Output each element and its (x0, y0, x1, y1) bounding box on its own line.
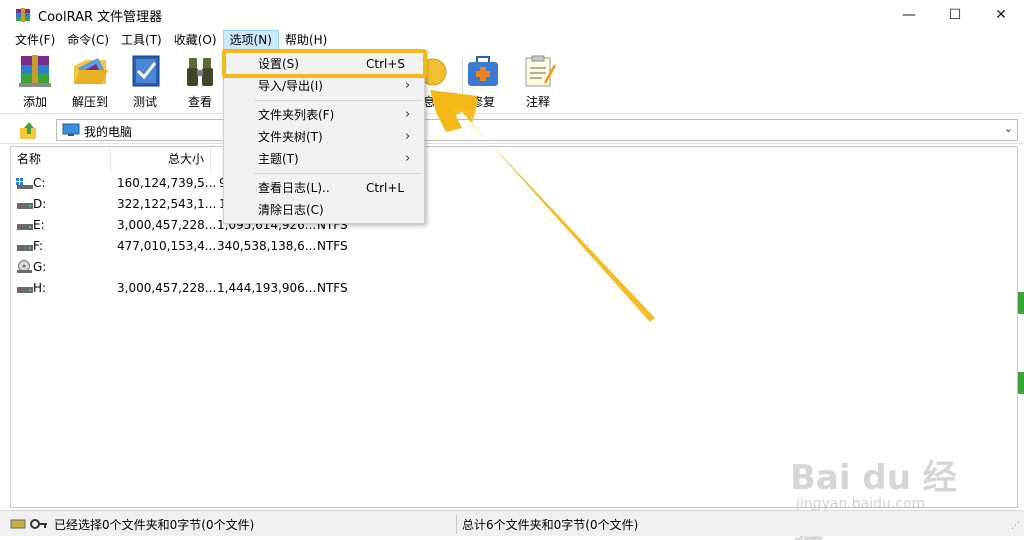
menu-favorites[interactable]: 收藏(O) (168, 30, 223, 50)
menu-item-import-export[interactable]: 导入/导出(I) › (224, 75, 424, 97)
drive-status-icon (10, 519, 26, 529)
menu-bar: 文件(F) 命令(C) 工具(T) 收藏(O) 选项(N) 帮助(H) (0, 30, 1024, 50)
menu-item-theme[interactable]: 主题(T) › (224, 148, 424, 170)
test-label: 测试 (132, 95, 157, 109)
chevron-right-icon: › (405, 151, 411, 166)
chevron-right-icon: › (405, 129, 411, 144)
drive-free: 340,538,138,6... (217, 239, 317, 253)
menu-item-label: 文件夹列表(F) (258, 108, 335, 122)
minimize-button[interactable]: — (886, 0, 932, 30)
repair-label: 修复 (470, 95, 495, 109)
first-aid-kit-icon (468, 56, 498, 86)
drive-size: 160,124,739,5... (117, 176, 217, 190)
drive-name: D: (33, 197, 47, 211)
binoculars-icon (187, 58, 213, 86)
menu-separator (254, 100, 422, 101)
drive-size: 3,000,457,228... (117, 218, 217, 232)
drive-free: 1,444,193,906... (217, 281, 317, 295)
chevron-right-icon: › (405, 107, 411, 122)
close-button[interactable]: ✕ (978, 0, 1024, 30)
menu-item-folder-tree[interactable]: 文件夹树(T) › (224, 126, 424, 148)
status-divider (456, 514, 457, 534)
drive-name: E: (33, 218, 45, 232)
menu-item-label: 导入/导出(I) (258, 79, 323, 93)
status-total: 总计6个文件夹和0字节(0个文件) (462, 518, 639, 532)
coolrar-app-icon (15, 7, 31, 23)
windows-drive-icon (16, 178, 33, 189)
view-label: 查看 (187, 95, 212, 109)
menu-item-label: 清除日志(C) (258, 203, 324, 217)
drive-name: C: (33, 176, 46, 190)
title-bar: CoolRAR 文件管理器 — ☐ ✕ (0, 0, 1024, 30)
computer-icon (62, 123, 80, 136)
window-controls: — ☐ ✕ (886, 0, 1024, 30)
drive-name: G: (33, 260, 47, 274)
toolbar: 添加 解压到 测试 查看 息 修复 注释 (0, 50, 1024, 114)
maximize-button[interactable]: ☐ (932, 0, 978, 30)
menu-tools[interactable]: 工具(T) (115, 30, 168, 50)
comment-button[interactable]: 注释 (511, 54, 565, 110)
add-button[interactable]: 添加 (8, 54, 62, 110)
menu-item-shortcut: Ctrl+L (366, 181, 405, 195)
table-row[interactable]: G: (11, 257, 611, 278)
up-folder-icon[interactable] (18, 120, 40, 140)
drive-size: 322,122,543,1... (117, 197, 217, 211)
table-row[interactable]: H: 3,000,457,228... 1,444,193,906... NTF… (11, 278, 611, 299)
menu-help[interactable]: 帮助(H) (279, 30, 333, 50)
menu-item-label: 文件夹树(T) (258, 130, 323, 144)
menu-item-label: 主题(T) (258, 152, 299, 166)
address-combobox[interactable]: 我的电脑 ⌄ (56, 119, 1018, 141)
drive-filesystem: NTFS (317, 239, 348, 253)
drive-name: H: (33, 281, 47, 295)
hard-drive-icon (17, 203, 33, 209)
repair-button[interactable]: 修复 (456, 54, 510, 110)
menu-separator (254, 173, 422, 174)
optical-drive-icon (17, 260, 32, 273)
table-row[interactable]: F: 477,010,153,4... 340,538,138,6... NTF… (11, 236, 611, 257)
drive-filesystem: NTFS (317, 281, 348, 295)
column-name[interactable]: 名称 (17, 147, 111, 171)
drive-size: 3,000,457,228... (117, 281, 217, 295)
test-check-icon (132, 55, 160, 87)
hard-drive-icon (17, 287, 33, 293)
comment-label: 注释 (525, 95, 550, 109)
menu-item-clear-log[interactable]: 清除日志(C) (224, 199, 424, 221)
menu-file[interactable]: 文件(F) (9, 30, 61, 50)
status-selected: 已经选择0个文件夹和0字节(0个文件) (54, 518, 255, 532)
address-bar: 我的电脑 ⌄ (0, 116, 1024, 144)
view-button[interactable]: 查看 (173, 54, 227, 110)
resize-grip-icon[interactable]: ⋰ (1011, 521, 1020, 531)
menu-options[interactable]: 选项(N) (222, 30, 279, 50)
menu-item-label: 查看日志(L).. (258, 181, 330, 195)
archive-add-icon (19, 55, 51, 87)
menu-commands[interactable]: 命令(C) (61, 30, 115, 50)
hard-drive-icon (17, 245, 33, 251)
settings-highlight-box (222, 49, 427, 78)
drive-size: 477,010,153,4... (117, 239, 217, 253)
test-button[interactable]: 测试 (118, 54, 172, 110)
window-title: CoolRAR 文件管理器 (38, 9, 163, 25)
status-bar: 已经选择0个文件夹和0字节(0个文件) 总计6个文件夹和0字节(0个文件) ⋰ (0, 510, 1024, 536)
add-label: 添加 (22, 95, 47, 109)
drive-name: F: (33, 239, 44, 253)
chevron-right-icon: › (405, 78, 411, 93)
hard-drive-icon (17, 224, 33, 230)
menu-item-folder-list[interactable]: 文件夹列表(F) › (224, 104, 424, 126)
extract-to-button[interactable]: 解压到 (63, 54, 117, 110)
notepad-icon (525, 55, 556, 87)
edge-decoration (1018, 292, 1024, 314)
key-icon (30, 519, 47, 529)
extract-to-label: 解压到 (71, 95, 108, 109)
menu-item-view-log[interactable]: 查看日志(L).. Ctrl+L (224, 177, 424, 199)
address-path: 我的电脑 (84, 125, 133, 139)
extract-folder-icon (74, 58, 108, 84)
chevron-down-icon[interactable]: ⌄ (1004, 122, 1013, 135)
column-total-size[interactable]: 总大小 (111, 147, 211, 171)
edge-decoration (1018, 372, 1024, 394)
